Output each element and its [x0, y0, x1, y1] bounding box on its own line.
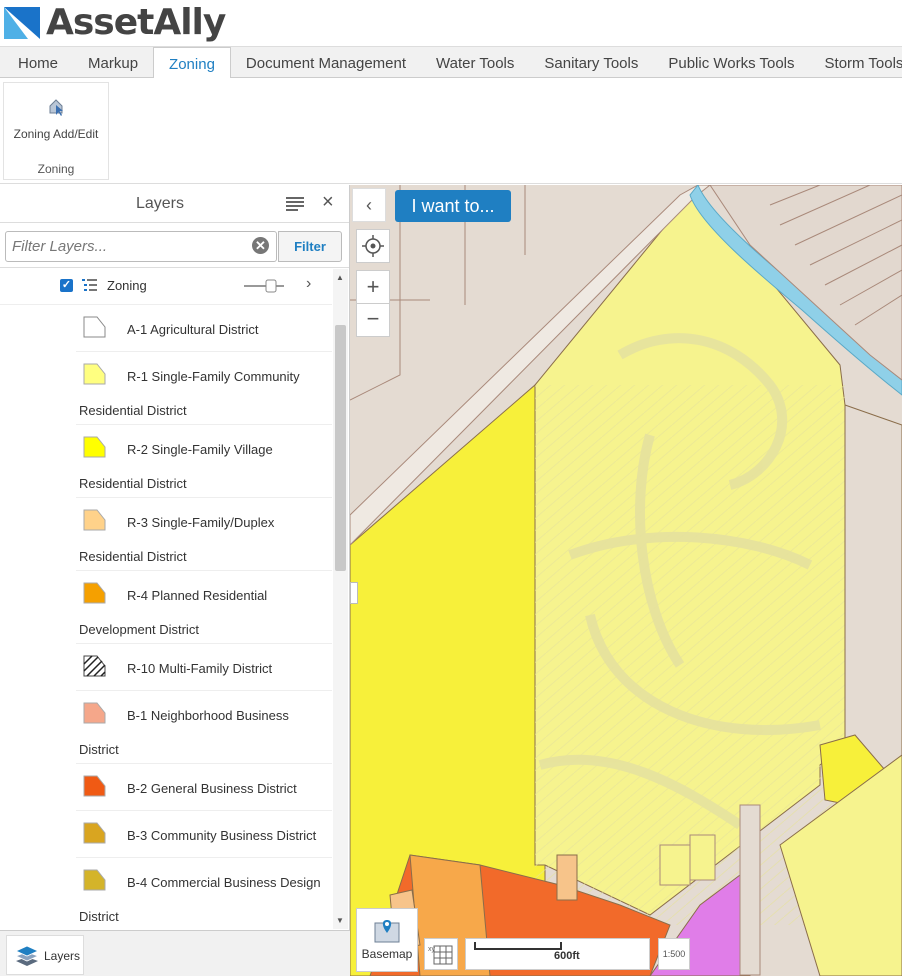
tab-public-works-tools[interactable]: Public Works Tools	[653, 47, 809, 78]
app-logo[interactable]: AssetAlly	[4, 2, 226, 43]
scale-label: 600ft	[554, 950, 580, 962]
legend-swatch-r2	[83, 436, 106, 458]
legend-item: R-2 Single-Family Village Residential Di…	[76, 426, 332, 498]
legend-item: A-1 Agricultural District	[76, 306, 332, 352]
zoning-layer-checkbox[interactable]: ✓	[60, 279, 73, 292]
map-view[interactable]	[350, 185, 902, 976]
legend-swatch-b3	[83, 822, 106, 844]
zoning-edit-icon	[49, 99, 63, 116]
opacity-slider[interactable]	[244, 279, 284, 293]
collapse-panel-button[interactable]: ‹	[352, 188, 386, 222]
tab-home[interactable]: Home	[3, 47, 73, 78]
legend-swatch-b1	[83, 702, 106, 724]
scroll-down-icon[interactable]: ▼	[336, 916, 344, 925]
layer-list-icon	[82, 279, 97, 291]
legend-swatch-b4	[83, 869, 106, 891]
legend-label: B-3 Community Business District	[127, 828, 317, 843]
legend-label: A-1 Agricultural District	[127, 322, 259, 337]
legend-item: B-3 Community Business District	[76, 812, 332, 858]
legend-label-cont: District	[79, 742, 119, 757]
tab-markup[interactable]: Markup	[73, 47, 153, 78]
logo-text: AssetAlly	[46, 2, 226, 43]
basemap-label: Basemap	[361, 947, 413, 961]
legend-swatch-b2	[83, 775, 106, 797]
layers-panel: Layers × ✕ Filter ✓ Zoning ›	[0, 185, 350, 930]
legend-item: B-2 General Business District	[76, 765, 332, 811]
legend-label-cont: District	[79, 909, 119, 924]
legend-swatch-r1	[83, 363, 106, 385]
legend-item: R-10 Multi-Family District	[76, 645, 332, 691]
app-header: AssetAlly	[0, 0, 902, 46]
ribbon-panel: Zoning Add/Edit Zoning	[0, 78, 902, 184]
layers-panel-title: Layers	[135, 195, 185, 212]
i-want-to-button[interactable]: I want to...	[395, 190, 511, 222]
tab-sanitary-tools[interactable]: Sanitary Tools	[529, 47, 653, 78]
panel-resize-handle[interactable]	[350, 582, 358, 604]
legend-label: R-2 Single-Family Village	[127, 442, 273, 457]
layers-icon	[15, 945, 39, 966]
filter-layers-input[interactable]	[5, 231, 277, 262]
tab-zoning[interactable]: Zoning	[153, 47, 231, 79]
chevron-right-icon[interactable]: ›	[306, 275, 311, 293]
legend-swatch-r10	[83, 655, 106, 677]
ribbon-group-zoning: Zoning Add/Edit Zoning	[3, 82, 109, 180]
legend-label-cont: Residential District	[79, 549, 187, 564]
scale-bar: 600ft	[465, 938, 650, 970]
layers-tab-label: Layers	[44, 949, 81, 963]
locate-button[interactable]	[356, 229, 390, 263]
zoom-out-button[interactable]: −	[356, 303, 390, 337]
legend-label: B-4 Commercial Business Design	[127, 875, 321, 890]
layers-panel-header: Layers ×	[0, 185, 349, 223]
legend-swatch-r3	[83, 509, 106, 531]
legend-item: R-4 Planned Residential Development Dist…	[76, 572, 332, 644]
zoning-add-edit-button[interactable]: Zoning Add/Edit	[4, 83, 108, 155]
legend-item: R-3 Single-Family/Duplex Residential Dis…	[76, 499, 332, 571]
scrollbar-thumb[interactable]	[335, 325, 346, 571]
panel-menu-icon[interactable]	[286, 197, 304, 211]
legend-item: B-1 Neighborhood Business District	[76, 692, 332, 764]
legend-label: B-2 General Business District	[127, 781, 297, 796]
legend-label: B-1 Neighborhood Business	[127, 708, 289, 723]
crosshair-icon	[362, 235, 384, 257]
legend-item: B-4 Commercial Business Design District	[76, 859, 332, 929]
legend-label: R-10 Multi-Family District	[127, 661, 273, 676]
scroll-up-icon[interactable]: ▲	[336, 273, 344, 282]
tab-water-tools[interactable]: Water Tools	[421, 47, 529, 78]
scale-ratio-button[interactable]: 1:500	[658, 938, 690, 970]
tab-document-management[interactable]: Document Management	[231, 47, 421, 78]
legend-label-cont: Residential District	[79, 403, 187, 418]
zoning-layer-label: Zoning	[107, 278, 147, 293]
legend-label-cont: Residential District	[79, 476, 187, 491]
coordinate-tool-button[interactable]: xy	[424, 938, 458, 970]
grid-icon: xy	[428, 945, 453, 965]
legend-item: R-1 Single-Family Community Residential …	[76, 353, 332, 425]
scale-line	[474, 942, 562, 950]
clear-filter-icon[interactable]: ✕	[252, 237, 269, 254]
close-icon[interactable]: ×	[322, 191, 334, 214]
zoning-layer-row[interactable]: ✓ Zoning ›	[0, 269, 332, 305]
basemap-button[interactable]: Basemap	[356, 908, 418, 972]
legend-swatch-a1	[83, 316, 106, 338]
logo-mark-icon	[4, 6, 40, 39]
zoning-add-edit-label: Zoning Add/Edit	[13, 127, 99, 141]
bottom-tab-bar: Layers	[0, 930, 350, 976]
filter-button[interactable]: Filter	[278, 231, 342, 262]
legend-label-cont: Development District	[79, 622, 199, 637]
basemap-icon	[374, 920, 400, 943]
layer-list: ✓ Zoning › A-1 Agricultural District R-1…	[0, 269, 332, 929]
ribbon-group-label: Zoning	[37, 162, 75, 176]
zoning-map	[350, 185, 902, 976]
tab-storm-tools[interactable]: Storm Tools	[810, 47, 902, 78]
zoom-in-button[interactable]: +	[356, 270, 390, 304]
svg-text:xy: xy	[428, 946, 436, 953]
legend-swatch-r4	[83, 582, 106, 604]
legend-label: R-4 Planned Residential	[127, 588, 268, 603]
ribbon-tabs: Home Markup Zoning Document Management W…	[0, 46, 902, 79]
legend-label: R-3 Single-Family/Duplex	[127, 515, 275, 530]
layers-tab-button[interactable]: Layers	[6, 935, 84, 975]
legend-label: R-1 Single-Family Community	[127, 369, 300, 384]
